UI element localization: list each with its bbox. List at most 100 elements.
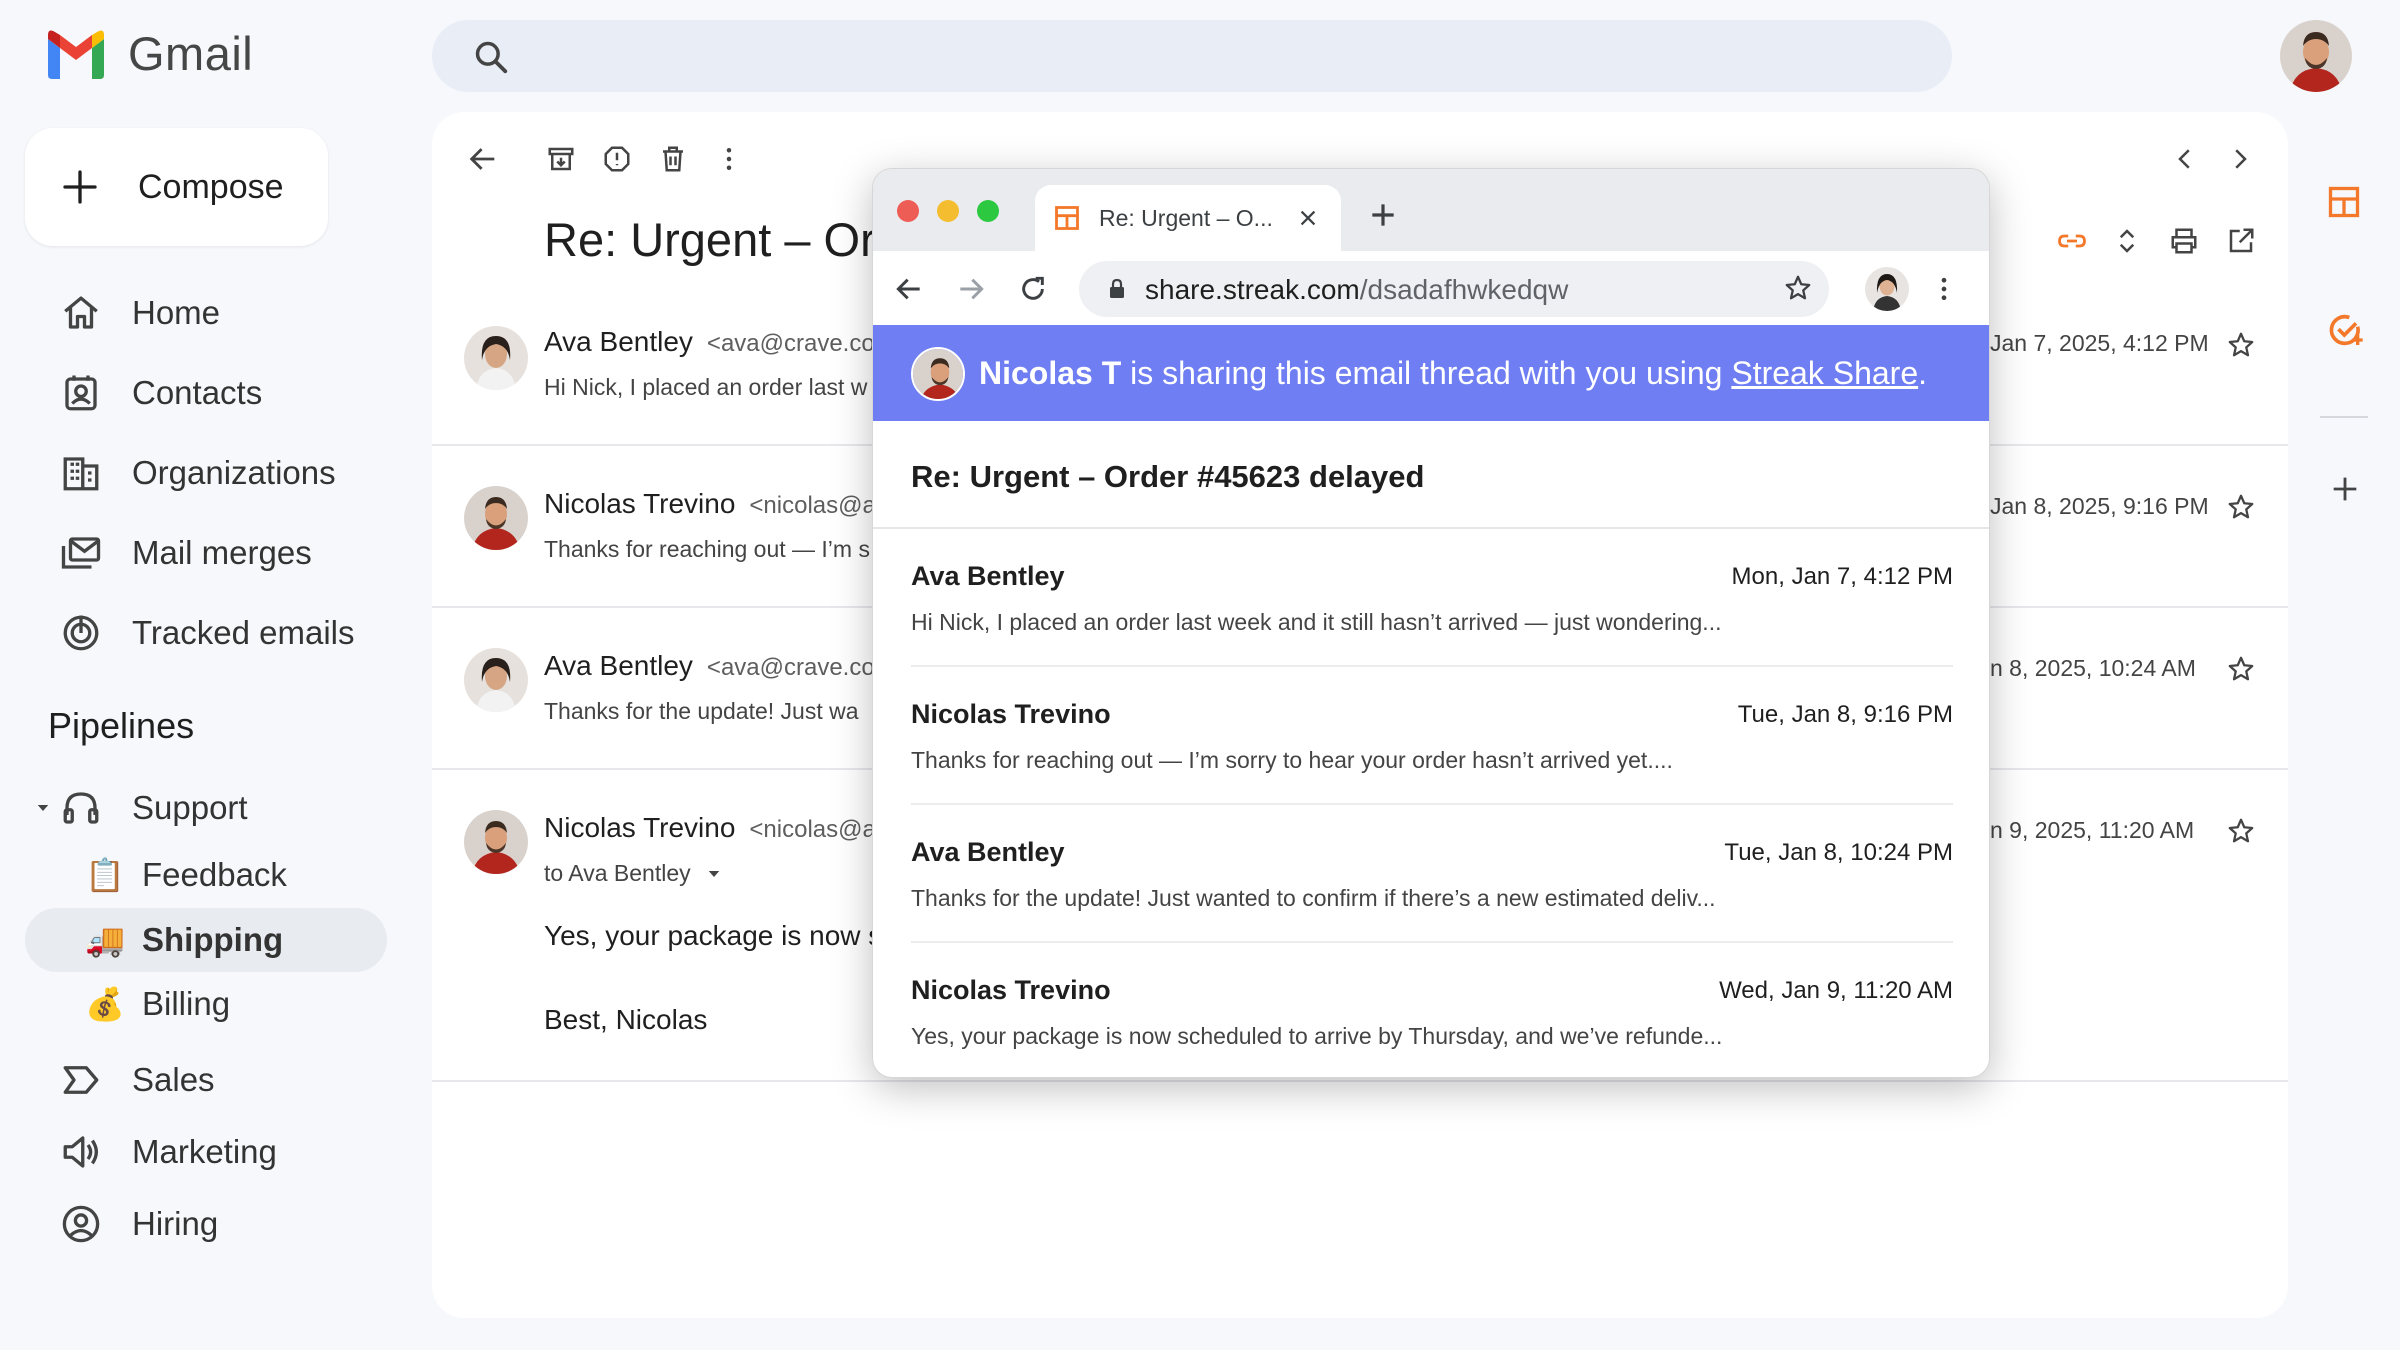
url-text: share.streak.com/dsadafhwkedqw	[1145, 274, 1569, 305]
nav-item-home[interactable]: Home	[60, 283, 220, 343]
streak-favicon-icon	[1055, 206, 1079, 230]
stage-billing[interactable]: 💰 Billing	[84, 974, 230, 1034]
stage-label: Feedback	[142, 856, 287, 893]
tracked-icon	[63, 615, 99, 651]
headset-icon	[63, 792, 99, 824]
pipeline-sales[interactable]: Sales	[60, 1050, 215, 1110]
nav-item-tracked-emails[interactable]: Tracked emails	[60, 603, 355, 663]
nav-item-organizations[interactable]: Organizations	[60, 443, 336, 503]
recipients-label: to Ava Bentley	[544, 860, 691, 886]
pipeline-marketing[interactable]: Marketing	[60, 1122, 277, 1182]
shared-date: Wed, Jan 9, 11:20 AM	[1719, 977, 1953, 1004]
woman-avatar-icon	[464, 326, 528, 390]
megaphone-icon	[63, 1136, 98, 1168]
share-banner: Nicolas T is sharing this email thread w…	[873, 325, 1989, 421]
woman-avatar-icon	[464, 648, 528, 712]
expand-icon[interactable]	[2112, 226, 2142, 256]
contacts-icon	[65, 375, 97, 411]
search-bar[interactable]	[432, 20, 1952, 92]
more-vert-icon[interactable]	[714, 142, 744, 176]
nav-item-mail-merges[interactable]: Mail merges	[60, 523, 312, 583]
reload-icon[interactable]	[1017, 273, 1049, 305]
sender-email: <nicolas@a	[749, 492, 876, 519]
stage-shipping[interactable]: 🚚 Shipping	[84, 910, 283, 970]
home-icon	[64, 296, 98, 329]
close-tab-icon[interactable]	[1297, 207, 1319, 229]
back-arrow-icon[interactable]	[466, 142, 500, 176]
chevron-left-icon[interactable]	[2170, 144, 2200, 174]
trash-icon[interactable]	[658, 142, 688, 176]
sender-email: <ava@crave.co	[706, 330, 875, 357]
nav-label: Organizations	[132, 454, 336, 491]
pipeline-hiring[interactable]: Hiring	[60, 1194, 218, 1254]
open-new-window-icon[interactable]	[2226, 226, 2256, 256]
star-icon[interactable]	[2226, 654, 2256, 684]
shared-message[interactable]: Nicolas Trevino Wed, Jan 9, 11:20 AM Yes…	[911, 943, 1953, 1077]
lock-icon[interactable]	[1105, 275, 1129, 303]
stage-feedback[interactable]: 📋 Feedback	[84, 845, 287, 905]
streak-boxes-icon[interactable]	[2326, 184, 2362, 220]
plus-icon[interactable]	[2328, 472, 2362, 506]
task-add-icon[interactable]	[2326, 310, 2366, 350]
caret-down-icon[interactable]	[34, 799, 52, 817]
sharer-avatar	[911, 347, 965, 401]
compose-button[interactable]: Compose	[25, 128, 328, 246]
sender-email: <nicolas@a	[749, 816, 876, 843]
shared-subject: Re: Urgent – Order #45623 delayed	[911, 459, 1425, 494]
gmail-m-icon	[48, 30, 104, 79]
recipients-toggle[interactable]: to Ava Bentley	[544, 860, 723, 887]
star-icon[interactable]	[2226, 330, 2256, 360]
person-circle-icon	[62, 1205, 100, 1243]
print-icon[interactable]	[2168, 226, 2200, 256]
nav-label: Contacts	[132, 374, 263, 411]
shared-sender: Ava Bentley	[911, 561, 1065, 591]
chevron-right-icon[interactable]	[2225, 144, 2255, 174]
woman-avatar-icon	[1865, 267, 1909, 311]
link-icon[interactable]	[2054, 226, 2090, 256]
pipeline-label: Marketing	[132, 1133, 277, 1170]
pipeline-icon	[63, 1066, 99, 1094]
sender-email: <ava@crave.co	[706, 654, 875, 681]
archive-icon[interactable]	[546, 142, 576, 176]
rail-divider	[2320, 416, 2368, 418]
account-avatar[interactable]	[2280, 20, 2352, 92]
shared-snippet: Yes, your package is now scheduled to ar…	[911, 1023, 1723, 1049]
shared-snippet: Thanks for the update! Just wanted to co…	[911, 885, 1716, 911]
message-body: Yes, your package is now s	[544, 920, 883, 951]
message-snippet: Thanks for reaching out — I’m s	[544, 536, 870, 562]
gmail-logo[interactable]: Gmail	[44, 26, 253, 81]
streak-share-link[interactable]: Streak Share	[1731, 355, 1918, 392]
shared-snippet: Hi Nick, I placed an order last week and…	[911, 609, 1722, 635]
star-icon[interactable]	[2226, 816, 2256, 846]
building-icon	[63, 457, 99, 491]
profile-avatar[interactable]	[1865, 267, 1909, 311]
shared-message[interactable]: Ava Bentley Mon, Jan 7, 4:12 PM Hi Nick,…	[911, 529, 1953, 667]
nav-item-contacts[interactable]: Contacts	[60, 363, 262, 423]
more-vert-icon[interactable]	[1929, 273, 1959, 305]
pipeline-label: Support	[132, 789, 248, 826]
report-spam-icon[interactable]	[602, 142, 632, 176]
browser-tab[interactable]: Re: Urgent – O...	[1035, 185, 1341, 251]
banner-text: is sharing this email thread with you us…	[1121, 354, 1732, 391]
pipeline-label: Hiring	[132, 1205, 219, 1242]
nav-label: Tracked emails	[132, 614, 355, 651]
message-date: Jan 8, 2025, 9:16 PM	[1990, 493, 2209, 519]
new-tab-icon[interactable]	[1367, 199, 1399, 231]
message-date: Jan 7, 2025, 4:12 PM	[1990, 330, 2209, 356]
message-date: n 8, 2025, 10:24 AM	[1990, 655, 2196, 681]
shared-message[interactable]: Ava Bentley Tue, Jan 8, 10:24 PM Thanks …	[911, 805, 1953, 943]
back-arrow-icon[interactable]	[893, 273, 925, 305]
forward-arrow-icon[interactable]	[955, 273, 987, 305]
message-snippet: Hi Nick, I placed an order last w	[544, 374, 868, 400]
maximize-window-button[interactable]	[977, 200, 999, 222]
shared-message[interactable]: Nicolas Trevino Tue, Jan 8, 9:16 PM Than…	[911, 667, 1953, 805]
star-icon[interactable]	[2226, 492, 2256, 522]
bookmark-star-icon[interactable]	[1783, 273, 1813, 303]
close-window-button[interactable]	[897, 200, 919, 222]
shared-date: Tue, Jan 8, 10:24 PM	[1724, 839, 1953, 866]
search-icon[interactable]	[472, 38, 510, 76]
nav-label: Home	[132, 294, 221, 331]
clipboard-icon: 📋	[85, 857, 125, 893]
pipeline-support[interactable]: Support	[34, 778, 248, 838]
minimize-window-button[interactable]	[937, 200, 959, 222]
